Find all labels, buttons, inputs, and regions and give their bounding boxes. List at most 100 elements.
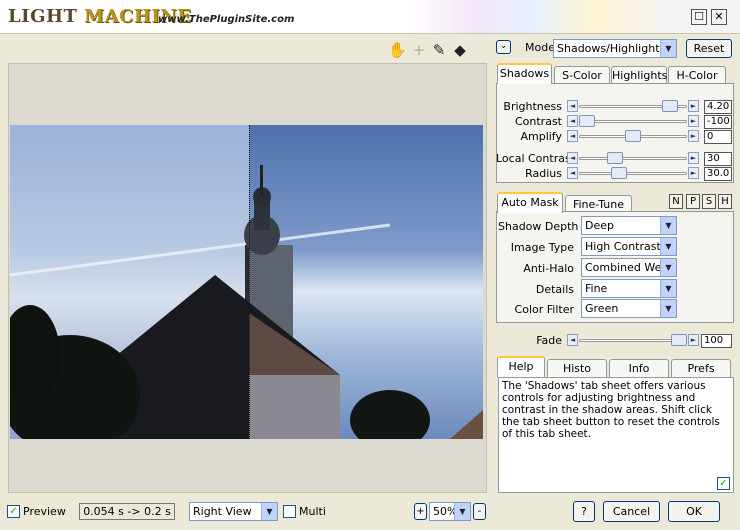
slider-thumb[interactable]: [662, 100, 678, 112]
fade-slider[interactable]: ◄ ►: [567, 334, 699, 346]
split-divider[interactable]: [249, 125, 250, 439]
slider-left-arrow-icon[interactable]: ◄: [567, 100, 578, 112]
slider-thumb[interactable]: [611, 167, 627, 179]
tab-h-color[interactable]: H-Color: [668, 66, 726, 84]
color-filter-label: Color Filter: [514, 303, 574, 316]
slider-track[interactable]: [579, 172, 687, 175]
view-select[interactable]: Right View ▼: [189, 502, 278, 521]
slider-left-arrow-icon[interactable]: ◄: [567, 130, 578, 142]
tab-help[interactable]: Help: [497, 356, 545, 377]
chevron-down-icon: ▼: [660, 259, 676, 276]
mode-select[interactable]: Shadows/Highlights Pro ▼: [553, 39, 677, 58]
split-view-tool-icon[interactable]: ◆: [451, 41, 469, 59]
close-button[interactable]: ✕: [711, 9, 727, 25]
mask-button-n[interactable]: N: [669, 194, 683, 209]
ok-button[interactable]: OK: [668, 501, 720, 522]
chevron-down-icon: ▼: [261, 503, 277, 520]
tab-shadows[interactable]: Shadows: [497, 63, 552, 84]
multi-label: Multi: [299, 505, 326, 518]
contrast-label: Contrast: [514, 115, 562, 128]
tab-info[interactable]: Info: [609, 359, 669, 377]
mask-button-p[interactable]: P: [686, 194, 700, 209]
slider-right-arrow-icon[interactable]: ►: [688, 167, 699, 179]
anti-halo-label: Anti-Halo: [523, 262, 574, 275]
reset-button[interactable]: Reset: [686, 39, 732, 58]
help-text: The 'Shadows' tab sheet offers various c…: [498, 377, 734, 493]
chevron-down-icon: ▼: [660, 238, 676, 255]
local-contrast-slider[interactable]: ◄ ►: [567, 152, 699, 164]
slider-right-arrow-icon[interactable]: ►: [688, 115, 699, 127]
fade-value[interactable]: 100: [701, 334, 732, 348]
slider-left-arrow-icon[interactable]: ◄: [567, 167, 578, 179]
shadow-depth-label: Shadow Depth: [498, 220, 579, 233]
timing-readout: 0.054 s -> 0.2 s: [79, 503, 175, 520]
local-contrast-value[interactable]: 30: [704, 152, 732, 166]
preview-image[interactable]: [10, 125, 483, 439]
slider-thumb[interactable]: [625, 130, 641, 142]
church-silhouette: [10, 165, 483, 439]
zoom-out-button[interactable]: -: [473, 503, 486, 520]
fade-label: Fade: [536, 334, 562, 347]
chevron-down-icon: ▼: [660, 40, 676, 57]
color-filter-select[interactable]: Green ▼: [581, 299, 677, 318]
radius-value[interactable]: 30.0: [704, 167, 732, 181]
light-machine-window: LIGHT MACHINE www.ThePluginSite.com ☐ ✕ …: [0, 0, 740, 530]
tab-auto-mask[interactable]: Auto Mask: [497, 192, 563, 213]
slider-left-arrow-icon[interactable]: ◄: [567, 334, 578, 346]
mode-menu-icon[interactable]: ⌄: [496, 40, 511, 54]
preview-label: Preview: [23, 505, 66, 518]
amplify-value[interactable]: 0: [704, 130, 732, 144]
help-checkbox[interactable]: ✓: [717, 477, 730, 490]
local-contrast-label: Local Contrast: [496, 152, 576, 165]
help-button[interactable]: ?: [573, 501, 595, 522]
image-type-label: Image Type: [510, 241, 574, 254]
slider-thumb[interactable]: [671, 334, 687, 346]
slider-left-arrow-icon[interactable]: ◄: [567, 152, 578, 164]
tab-histo[interactable]: Histo: [547, 359, 607, 377]
multi-checkbox[interactable]: [283, 505, 296, 518]
anti-halo-select[interactable]: Combined Weak ▼: [581, 258, 677, 277]
brightness-label: Brightness: [503, 100, 562, 113]
zoom-in-button[interactable]: +: [414, 503, 427, 520]
cancel-button[interactable]: Cancel: [603, 501, 660, 522]
slider-track[interactable]: [579, 157, 687, 160]
brightness-value[interactable]: 4.20: [704, 100, 732, 114]
tab-highlights[interactable]: Highlights: [611, 66, 667, 84]
brightness-slider[interactable]: ◄ ►: [567, 100, 699, 112]
preview-checkbox[interactable]: ✓: [7, 505, 20, 518]
contrast-slider[interactable]: ◄ ►: [567, 115, 699, 127]
details-select[interactable]: Fine ▼: [581, 279, 677, 298]
amplify-slider[interactable]: ◄ ►: [567, 130, 699, 142]
chevron-down-icon: ▼: [660, 300, 676, 317]
tab-s-color[interactable]: S-Color: [554, 66, 610, 84]
crosshair-tool-icon[interactable]: +: [410, 41, 428, 59]
slider-right-arrow-icon[interactable]: ►: [688, 100, 699, 112]
chevron-down-icon: ▼: [660, 280, 676, 297]
slider-thumb[interactable]: [607, 152, 623, 164]
eyedropper-tool-icon[interactable]: ✎: [430, 41, 448, 59]
chevron-down-icon: ▼: [454, 503, 470, 520]
site-url: www.ThePluginSite.com: [158, 14, 295, 25]
shadow-depth-select[interactable]: Deep ▼: [581, 216, 677, 235]
slider-right-arrow-icon[interactable]: ►: [688, 130, 699, 142]
restore-button[interactable]: ☐: [691, 9, 707, 25]
image-type-select[interactable]: High Contrast ▼: [581, 237, 677, 256]
radius-slider[interactable]: ◄ ►: [567, 167, 699, 179]
mask-button-h[interactable]: H: [718, 194, 732, 209]
amplify-label: Amplify: [520, 130, 562, 143]
title-bar: LIGHT MACHINE www.ThePluginSite.com ☐ ✕: [0, 0, 740, 34]
slider-track[interactable]: [579, 120, 687, 123]
slider-left-arrow-icon[interactable]: ◄: [567, 115, 578, 127]
zoom-select[interactable]: 50% ▼: [429, 502, 471, 521]
mode-label: Mode: [525, 41, 555, 54]
contrast-value[interactable]: -100: [704, 115, 732, 129]
chevron-down-icon: ▼: [660, 217, 676, 234]
mask-button-s[interactable]: S: [702, 194, 716, 209]
slider-right-arrow-icon[interactable]: ►: [688, 152, 699, 164]
tab-prefs[interactable]: Prefs: [671, 359, 731, 377]
slider-right-arrow-icon[interactable]: ►: [688, 334, 699, 346]
radius-label: Radius: [525, 167, 562, 180]
hand-tool-icon[interactable]: ✋: [388, 41, 407, 59]
details-label: Details: [535, 283, 574, 296]
slider-thumb[interactable]: [579, 115, 595, 127]
